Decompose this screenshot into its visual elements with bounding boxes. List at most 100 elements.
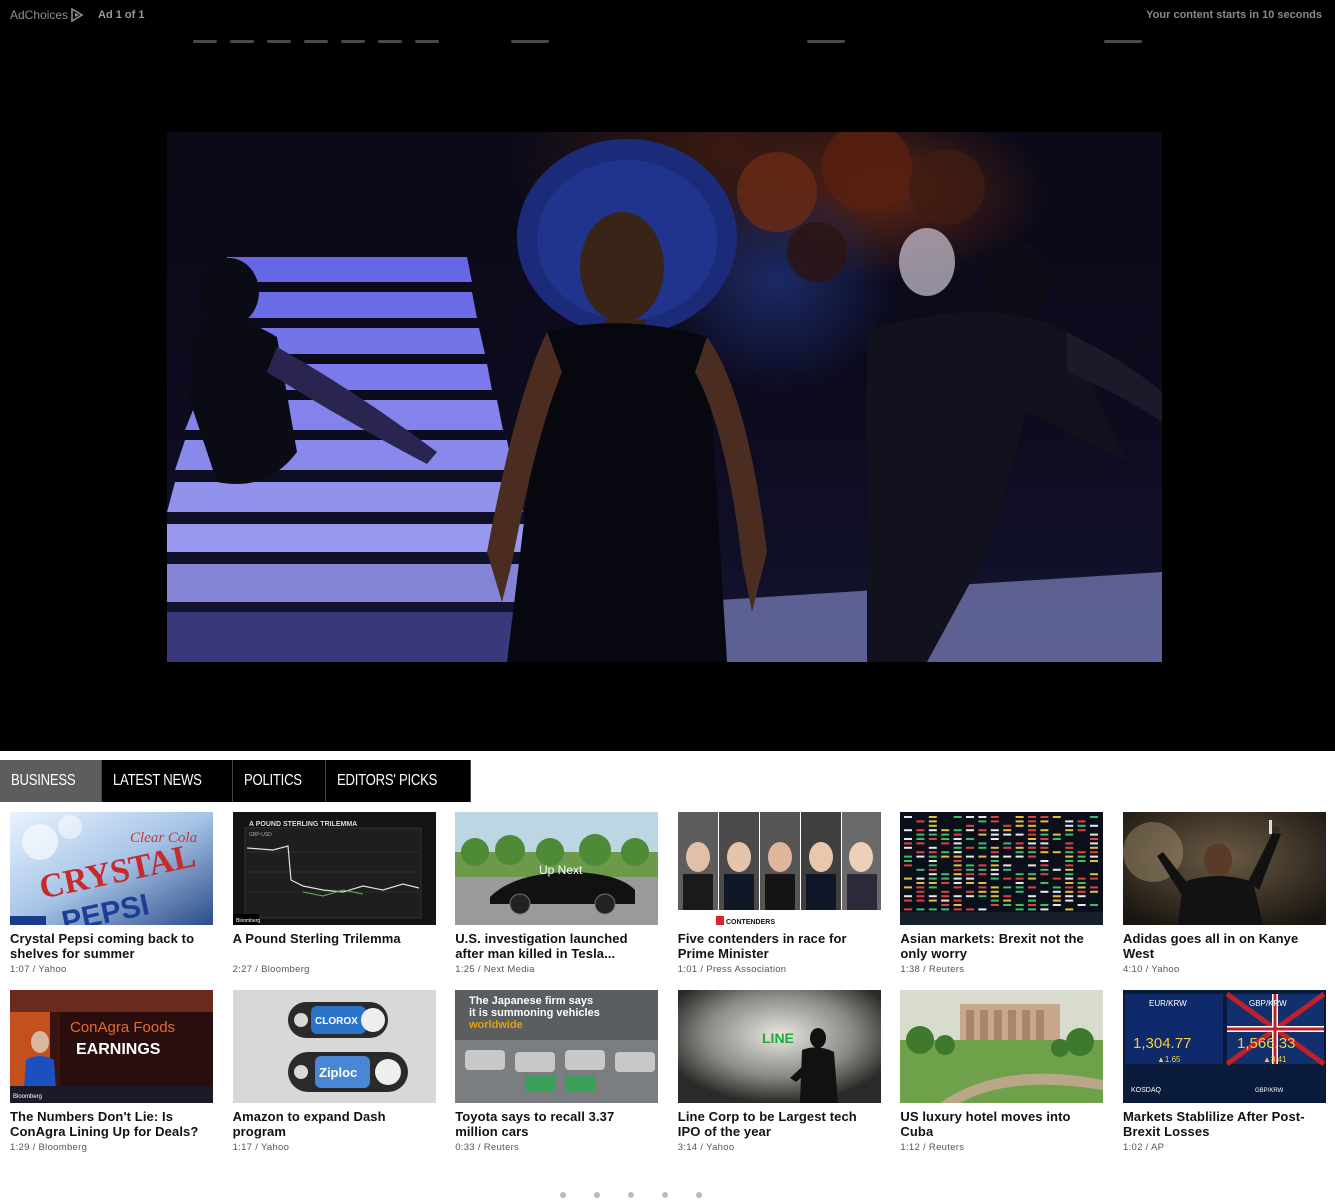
page-dot[interactable]: [662, 1192, 668, 1198]
page-dot[interactable]: [696, 1192, 702, 1198]
page-dot[interactable]: [594, 1192, 600, 1198]
video-thumbnail[interactable]: EUR/KRW GBP/KRW 1,304.77 1,566.33 ▲1.65 …: [1122, 990, 1326, 1103]
svg-text:EARNINGS: EARNINGS: [76, 1041, 161, 1058]
video-duration: 1:17: [232, 1142, 253, 1153]
tab-label: BUSINESS: [11, 772, 76, 789]
svg-text:CLOROX: CLOROX: [315, 1016, 358, 1027]
video-thumbnail[interactable]: [1122, 812, 1326, 925]
meta-separator: /: [1142, 1142, 1151, 1153]
meta-separator: /: [474, 964, 484, 975]
video-card[interactable]: Up Next U.S. investigation launched afte…: [455, 812, 659, 975]
ad-progress-markers: [0, 40, 1335, 43]
tab-politics[interactable]: POLITICS: [232, 760, 327, 802]
video-thumbnail[interactable]: Clear Cola CRYSTAL PEPSI: [10, 812, 213, 925]
video-title[interactable]: U.S. investigation launched after man ki…: [455, 931, 658, 961]
progress-marker: [230, 40, 254, 43]
meta-separator: /: [697, 1142, 707, 1153]
page-dot[interactable]: [560, 1192, 566, 1198]
video-title[interactable]: Line Corp to be Largest tech IPO of the …: [678, 1109, 881, 1139]
progress-marker: [378, 40, 402, 43]
video-duration: 1:01: [677, 964, 698, 975]
svg-text:Bloomberg: Bloomberg: [13, 1094, 42, 1100]
video-meta: 1:07 / Yahoo: [10, 964, 213, 975]
svg-text:GBP/KRW: GBP/KRW: [1249, 999, 1287, 1008]
svg-text:Bloomberg: Bloomberg: [236, 918, 260, 924]
svg-text:worldwide: worldwide: [468, 1019, 523, 1031]
tab-label: LATEST NEWS: [112, 772, 202, 789]
video-player[interactable]: AdChoices Ad 1 of 1 Your content starts …: [0, 0, 1335, 751]
video-title[interactable]: US luxury hotel moves into Cuba: [900, 1109, 1103, 1139]
video-card[interactable]: Clear Cola CRYSTAL PEPSI Crystal Pepsi c…: [10, 812, 213, 975]
video-thumbnail[interactable]: A POUND STERLING TRILEMMA GBP-USD Bloomb…: [232, 812, 436, 925]
video-frame[interactable]: [167, 132, 1162, 662]
category-tabs: BUSINESS LATEST NEWS POLITICS EDITORS' P…: [0, 760, 472, 802]
video-meta: 1:17 / Yahoo: [233, 1142, 436, 1153]
video-thumbnail[interactable]: The Japanese firm says it is summoning v…: [455, 990, 659, 1103]
video-card[interactable]: A POUND STERLING TRILEMMA GBP-USD Bloomb…: [232, 812, 436, 975]
video-card[interactable]: EUR/KRW GBP/KRW 1,304.77 1,566.33 ▲1.65 …: [1122, 990, 1326, 1153]
video-source: Yahoo: [38, 964, 67, 975]
page-dot[interactable]: [628, 1192, 634, 1198]
svg-text:KOSDAQ: KOSDAQ: [1131, 1087, 1162, 1094]
svg-text:ConAgra Foods: ConAgra Foods: [70, 1019, 175, 1036]
tab-label: EDITORS' PICKS: [337, 772, 438, 789]
progress-marker: [511, 40, 549, 43]
video-title[interactable]: Amazon to expand Dash program: [233, 1109, 436, 1139]
video-meta: 1:02 / AP: [1123, 1142, 1326, 1153]
meta-separator: /: [29, 1142, 39, 1153]
video-meta: 1:29 / Bloomberg: [10, 1142, 213, 1153]
video-title[interactable]: Toyota says to recall 3.37 million cars: [455, 1109, 658, 1139]
video-thumbnail[interactable]: [900, 812, 1104, 925]
video-source: AP: [1150, 1142, 1165, 1153]
video-card[interactable]: US luxury hotel moves into Cuba 1:12 / R…: [900, 990, 1104, 1153]
video-title[interactable]: Crystal Pepsi coming back to shelves for…: [10, 931, 213, 961]
video-title[interactable]: Five contenders in race for Prime Minist…: [678, 931, 881, 961]
video-thumbnail[interactable]: LINE: [677, 990, 881, 1103]
svg-text:CONTENDERS: CONTENDERS: [726, 919, 775, 925]
video-source: Yahoo: [706, 1142, 735, 1153]
video-card[interactable]: ConAgra Foods EARNINGS Bloomberg The Num…: [10, 990, 213, 1153]
video-duration: 1:12: [900, 1142, 921, 1153]
video-card[interactable]: CLOROX Ziploc Amazon to expand Dash prog…: [232, 990, 436, 1153]
video-source: Reuters: [928, 1142, 965, 1153]
video-title[interactable]: Asian markets: Brexit not the only worry: [900, 931, 1103, 961]
tab-editors-picks[interactable]: EDITORS' PICKS: [326, 760, 472, 802]
video-source: Next Media: [483, 964, 535, 975]
meta-separator: /: [252, 1142, 261, 1153]
video-title[interactable]: A Pound Sterling Trilemma: [233, 931, 436, 946]
video-source: Bloomberg: [261, 964, 310, 975]
adchoices-triangle-icon: [71, 8, 84, 22]
video-card[interactable]: Asian markets: Brexit not the only worry…: [900, 812, 1104, 975]
tab-label: POLITICS: [243, 772, 302, 789]
svg-text:it is summoning vehicles: it is summoning vehicles: [469, 1007, 600, 1019]
video-duration: 1:29: [10, 1142, 30, 1153]
video-title[interactable]: Adidas goes all in on Kanye West: [1123, 931, 1326, 961]
video-card[interactable]: Adidas goes all in on Kanye West 4:10 / …: [1122, 812, 1326, 975]
video-source: Reuters: [928, 964, 965, 975]
video-title[interactable]: Markets Stablilize After Post-Brexit Los…: [1123, 1109, 1326, 1139]
svg-text:1,566.33: 1,566.33: [1237, 1035, 1295, 1052]
svg-text:GBP/KRW: GBP/KRW: [1255, 1088, 1284, 1094]
video-thumbnail[interactable]: CONTENDERS: [677, 812, 881, 925]
video-duration: 1:38: [900, 964, 921, 975]
pagination-dots: [560, 1192, 702, 1198]
video-meta: 1:38 / Reuters: [900, 964, 1103, 975]
meta-separator: /: [920, 1142, 929, 1153]
adchoices-link[interactable]: AdChoices: [10, 8, 84, 22]
tab-latest-news[interactable]: LATEST NEWS: [101, 760, 233, 802]
ad-bar: AdChoices Ad 1 of 1 Your content starts …: [0, 0, 1335, 30]
video-thumbnail[interactable]: CLOROX Ziploc: [232, 990, 436, 1103]
video-meta: 3:14 / Yahoo: [678, 1142, 881, 1153]
video-meta: 1:12 / Reuters: [900, 1142, 1103, 1153]
progress-marker: [267, 40, 291, 43]
tab-business[interactable]: BUSINESS: [0, 760, 102, 802]
video-title[interactable]: The Numbers Don't Lie: Is ConAgra Lining…: [10, 1109, 213, 1139]
video-thumbnail[interactable]: [900, 990, 1104, 1103]
video-card[interactable]: The Japanese firm says it is summoning v…: [455, 990, 659, 1153]
video-card[interactable]: CONTENDERS Five contenders in race for P…: [677, 812, 881, 975]
svg-text:EUR/KRW: EUR/KRW: [1149, 999, 1187, 1008]
video-thumbnail[interactable]: ConAgra Foods EARNINGS Bloomberg: [10, 990, 213, 1103]
video-card[interactable]: LINE Line Corp to be Largest tech IPO of…: [677, 990, 881, 1153]
video-thumbnail[interactable]: Up Next: [455, 812, 659, 925]
svg-text:A POUND STERLING TRILEMMA: A POUND STERLING TRILEMMA: [249, 821, 357, 828]
